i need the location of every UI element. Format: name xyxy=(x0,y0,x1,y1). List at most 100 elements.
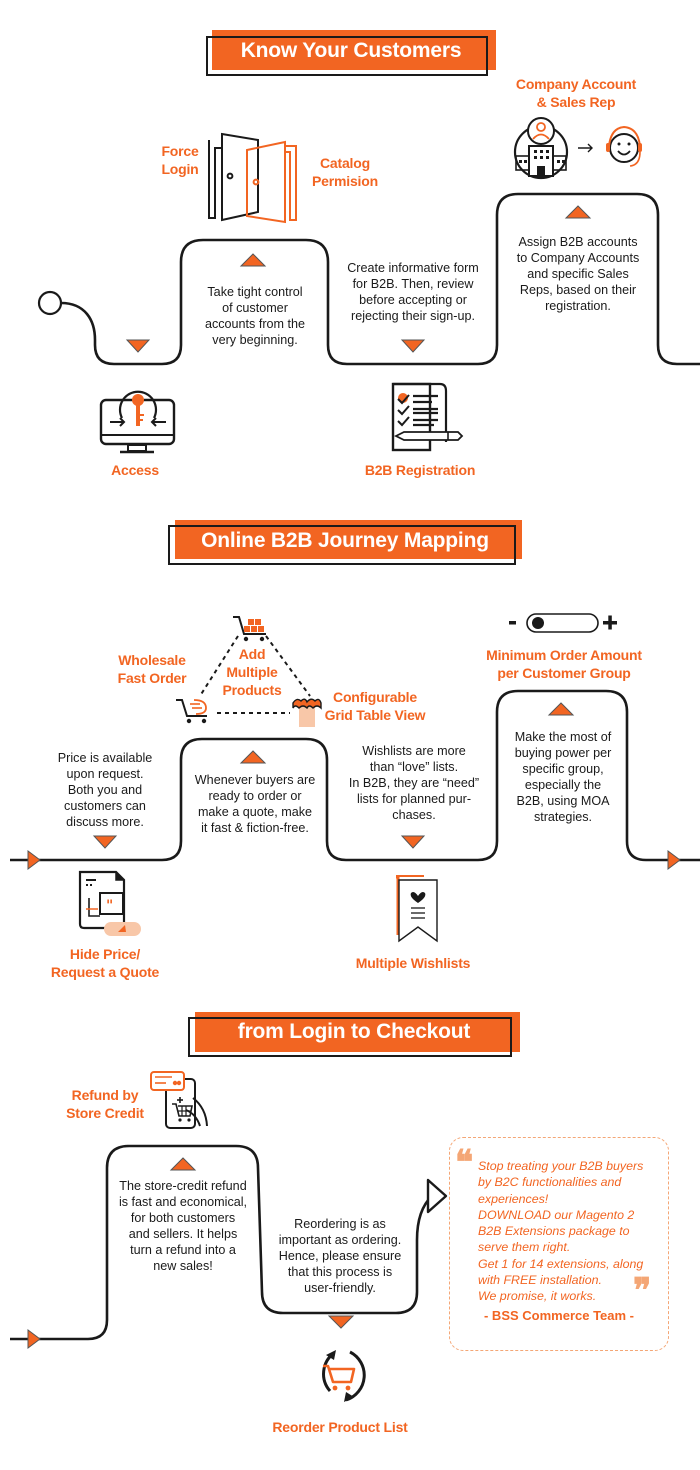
up-marker xyxy=(239,750,267,764)
text-line: Reordering is as xyxy=(294,1217,386,1231)
quote-document-icon: " xyxy=(78,870,141,936)
bookmark-heart-icon xyxy=(396,875,438,943)
feature-label-reorder-product-list: Reorder Product List xyxy=(260,1418,420,1436)
up-marker xyxy=(564,205,592,219)
quote-line: B2B Extensions package to xyxy=(478,1224,630,1239)
right-marker xyxy=(667,850,681,870)
text-line: B2B, using MOA xyxy=(516,794,610,808)
text-line: buying power per xyxy=(514,746,612,760)
end-arrow xyxy=(426,1178,448,1214)
label-line: Wholesale xyxy=(118,652,186,668)
text-line: Assign B2B accounts xyxy=(518,235,638,249)
down-marker xyxy=(400,339,426,353)
down-marker xyxy=(327,1315,355,1329)
text-line: Whenever buyers are xyxy=(194,773,316,787)
label-line: Multiple xyxy=(226,664,278,680)
feature-label-hide-price: Hide Price/ Request a Quote xyxy=(40,945,170,981)
shirt-icon xyxy=(292,698,322,727)
feature-label-catalog-permission: Catalog Permision xyxy=(305,154,385,190)
step-description: Take tight control of customer accounts … xyxy=(184,284,326,348)
up-marker xyxy=(239,253,267,267)
label-line: Store Credit xyxy=(66,1105,144,1121)
company-to-sales-rep-icon xyxy=(513,117,642,180)
label-line: Login xyxy=(161,161,199,177)
feature-label-add-multiple-products: Add Multiple Products xyxy=(212,645,292,699)
reorder-cart-icon xyxy=(322,1350,366,1402)
quote-line: by B2C functionalities and xyxy=(478,1175,622,1190)
section-title-banner: Online B2B Journey Mapping xyxy=(168,520,522,566)
label-line: Grid Table View xyxy=(324,707,426,723)
quote-line: experiences! xyxy=(478,1191,549,1206)
step-description: Assign B2B accounts to Company Accounts … xyxy=(500,234,656,314)
text-line: to Company Accounts xyxy=(516,251,640,265)
text-line: upon request. xyxy=(66,767,144,781)
feature-label-b2b-registration: B2B Registration xyxy=(350,461,490,479)
label-line: Permision xyxy=(312,173,378,189)
label-line: Minimum Order Amount xyxy=(486,647,642,663)
down-marker xyxy=(125,339,151,353)
feature-label-access: Access xyxy=(95,461,175,479)
text-line: rejecting their sign-up. xyxy=(351,309,475,323)
text-line: Wishlists are more xyxy=(362,744,466,758)
text-line: strategies. xyxy=(533,810,593,824)
text-line: very beginning. xyxy=(212,333,298,347)
feature-label-minimum-order-amount: Minimum Order Amount per Customer Group xyxy=(479,646,649,682)
step-description: Make the most of buying power per specif… xyxy=(500,729,626,825)
start-node xyxy=(37,290,63,316)
text-line: make a quote, make xyxy=(197,805,313,819)
label-line: Products xyxy=(222,682,282,698)
text-line: especially the xyxy=(524,778,602,792)
quote-line: DOWNLOAD our Magento 2 xyxy=(478,1207,635,1222)
label-line: Fast Order xyxy=(117,670,187,686)
text-line: Price is available xyxy=(57,751,153,765)
door-icon xyxy=(208,132,259,222)
step-description: Whenever buyers are ready to order or ma… xyxy=(184,772,326,836)
text-line: it fast & fiction-free. xyxy=(201,821,309,835)
section-title: from Login to Checkout xyxy=(237,1020,471,1043)
quote-line: We promise, it works. xyxy=(478,1289,597,1304)
text-line: Both you and xyxy=(67,783,143,797)
text-line: ready to order or xyxy=(208,789,302,803)
label-line: Request a Quote xyxy=(50,964,160,980)
text-line: registration. xyxy=(545,299,611,313)
feature-label-force-login: Force Login xyxy=(150,142,210,178)
step-description: Create informative form for B2B. Then, r… xyxy=(330,260,496,324)
feature-label-multiple-wishlists: Multiple Wishlists xyxy=(345,954,481,972)
step-description: Wishlists are more than “love” lists. In… xyxy=(340,743,488,823)
label-line: Add xyxy=(238,646,266,662)
section-title: Online B2B Journey Mapping xyxy=(201,529,489,552)
text-line: new sales! xyxy=(153,1259,213,1273)
text-line: In B2B, they are “need” xyxy=(348,776,480,790)
text-line: Reps, based on their xyxy=(519,283,637,297)
up-marker xyxy=(547,702,575,716)
text-line: important as ordering. xyxy=(278,1233,402,1247)
quote-line: with FREE installation. xyxy=(478,1273,602,1288)
down-marker xyxy=(92,835,118,849)
label-line: Catalog xyxy=(320,155,370,171)
label-line: Configurable xyxy=(333,689,417,705)
text-line: of customer xyxy=(222,301,288,315)
quote-text: Stop treating your B2B buyers by B2C fun… xyxy=(478,1158,668,1305)
text-line: Hence, please ensure xyxy=(278,1249,402,1263)
svg-text:": " xyxy=(106,898,113,914)
text-line: is fast and economical, xyxy=(118,1195,248,1209)
quote-line: Get 1 for 14 extensions, along xyxy=(478,1256,644,1271)
feature-label-wholesale-fast-order: Wholesale Fast Order xyxy=(112,651,192,687)
feature-label-company-account: Company Account & Sales Rep xyxy=(496,75,656,111)
text-line: lists for planned pur- xyxy=(356,792,472,806)
down-marker xyxy=(400,835,426,849)
label-line: & Sales Rep xyxy=(536,94,616,110)
quote-signature: - BSS Commerce Team - xyxy=(483,1308,635,1323)
label-line: Company Account xyxy=(515,76,637,92)
step-description: Reordering is as important as ordering. … xyxy=(265,1216,415,1296)
right-marker xyxy=(27,850,41,870)
fast-cart-icon xyxy=(176,699,207,724)
label-line: Hide Price/ xyxy=(69,946,141,962)
up-marker xyxy=(169,1157,197,1171)
text-line: that this process is xyxy=(287,1265,393,1279)
step-description: The store-credit refund is fast and econ… xyxy=(110,1178,256,1274)
step-description: Price is available upon request. Both yo… xyxy=(40,750,170,830)
text-line: turn a refund into a xyxy=(130,1243,236,1257)
text-line: user-friendly. xyxy=(304,1281,376,1295)
text-line: than “love” lists. xyxy=(369,760,459,774)
